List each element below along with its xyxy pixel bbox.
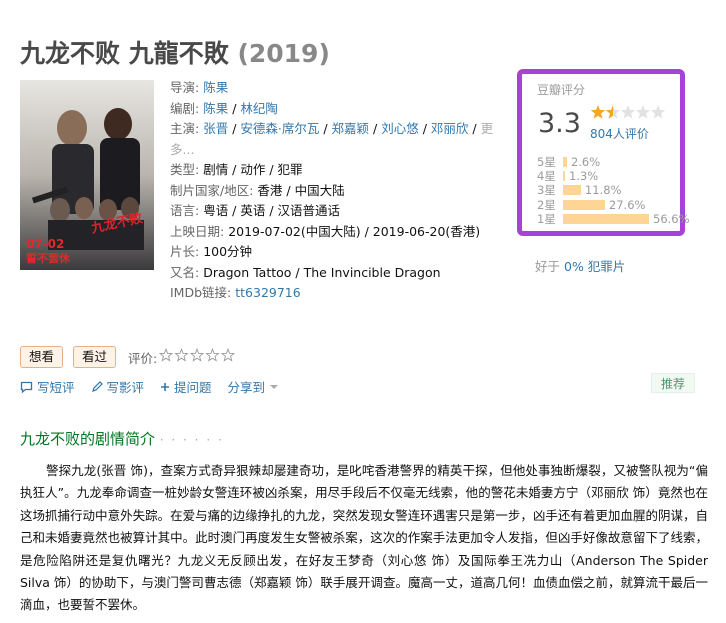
write-review-link[interactable]: 写影评 — [91, 377, 144, 396]
rate-star-empty — [221, 347, 236, 362]
movie-poster[interactable]: 九龙不败 07-02 誓不罢休 — [20, 80, 154, 270]
imdb-link[interactable]: tt6329716 — [235, 285, 300, 300]
poster-slogan: 誓不罢休 — [26, 251, 71, 265]
rating-bar-row: 3星 11.8% — [537, 183, 690, 197]
rating-bar-label: 3星 — [537, 183, 556, 198]
rating-bar-percent: 2.6% — [570, 155, 601, 169]
rating-bar-row: 4星 1.3% — [537, 169, 690, 183]
rate-star-empty — [159, 347, 174, 362]
rating-bar-percent: 56.6% — [653, 211, 690, 226]
recommend-button[interactable]: 推荐 — [651, 373, 695, 393]
rating-bar-row: 5星 2.6% — [537, 155, 690, 169]
watched-button[interactable]: 看过 — [73, 346, 117, 368]
synopsis-text: 警探九龙(张晋 饰)，查案方式奇异狠辣却屡建奇功，是叱咤香港警界的精英干探，但他… — [20, 463, 708, 613]
action-bar: 想看 看过 评价: — [20, 346, 239, 368]
empty-stars-icon[interactable] — [159, 347, 239, 362]
director-link[interactable]: 陈果 — [203, 80, 228, 95]
share-to-link[interactable]: 分享到 — [228, 377, 284, 396]
info-director: 导演: 陈果 — [170, 80, 229, 95]
info-runtime: 片长: 100分钟 — [170, 244, 253, 259]
cast-link[interactable]: 郑嘉颖 — [332, 121, 370, 136]
rating-bar-label: 1星 — [537, 211, 556, 226]
rating-count-link[interactable]: 804人评价 — [590, 125, 649, 142]
better-than: 好于 0% 犯罪片 — [535, 259, 626, 274]
rating-bar-percent: 27.6% — [608, 197, 646, 212]
writer-link[interactable]: 陈果 — [203, 101, 228, 116]
want-to-watch-button[interactable]: 想看 — [20, 346, 64, 368]
rating-bar-fill — [563, 157, 567, 168]
review-links: 写短评 写影评 提问题 分享到 — [20, 377, 299, 396]
rating-star-empty — [635, 105, 651, 119]
writer-link[interactable]: 林纪陶 — [240, 101, 278, 116]
better-than-link[interactable]: 0% 犯罪片 — [564, 259, 625, 274]
rating-breakdown: 5星 2.6% 4星 1.3% 3星 11.8% 2星 27.6% 1星 56.6% — [537, 155, 690, 226]
info-language: 语言: 粤语 / 英语 / 汉语普通话 — [170, 203, 341, 218]
rating-bar-row: 2星 27.6% — [537, 198, 690, 212]
rate-star-empty — [174, 347, 189, 362]
rating-stars — [590, 104, 666, 124]
cast-link[interactable]: 邓丽欣 — [431, 121, 469, 136]
rating-panel: 豆瓣评分 3.3 804人评价 5星 2.6% 4星 1.3% 3星 11.8% 2星 27.… — [517, 69, 690, 236]
rating-star-empty — [650, 105, 666, 119]
ask-question-link[interactable]: 提问题 — [160, 377, 212, 396]
rating-bar-percent: 1.3% — [569, 169, 599, 184]
rate-stars-input[interactable] — [159, 347, 239, 366]
rating-bar-fill — [563, 185, 581, 196]
movie-year: (2019) — [237, 39, 330, 68]
movie-info: 导演: 陈果 编剧: 陈果 / 林纪陶 主演: 张晋 / 安德森·席尔瓦 / 郑… — [170, 78, 504, 304]
cast-link[interactable]: 刘心悠 — [381, 121, 419, 136]
rating-bar-fill — [563, 171, 565, 182]
synopsis-heading: 九龙不败的剧情简介 · · · · · · — [20, 430, 224, 448]
rating-star-filled — [590, 105, 606, 119]
rating-bar-row: 1星 56.6% — [537, 212, 690, 226]
rate-label: 评价: — [128, 350, 158, 366]
rating-bar-fill — [563, 199, 605, 210]
rating-bar-percent: 11.8% — [584, 183, 622, 198]
rating-stars-icon — [590, 105, 666, 119]
info-release: 上映日期: 2019-07-02(中国大陆) / 2019-06-20(香港) — [170, 223, 481, 239]
rating-score: 3.3 — [538, 108, 581, 139]
info-writer: 编剧: 陈果 / 林纪陶 — [170, 100, 278, 116]
poster-image: 九龙不败 07-02 誓不罢休 — [20, 80, 154, 270]
rating-bar-label: 2星 — [537, 197, 556, 212]
info-cast: 主演: 张晋 / 安德森·席尔瓦 / 郑嘉颖 / 刘心悠 / 邓丽欣 / 更多.… — [170, 121, 494, 157]
cast-link[interactable]: 张晋 — [203, 121, 228, 136]
movie-title: 九龙不败 九龍不敗 — [20, 39, 229, 68]
info-genre: 类型: 剧情 / 动作 / 犯罪 — [170, 162, 303, 177]
plus-icon — [161, 382, 170, 391]
page-title: 九龙不败 九龍不敗 (2019) — [20, 34, 330, 70]
comment-icon — [20, 381, 33, 393]
chevron-down-icon — [270, 384, 279, 389]
rating-bar-fill — [563, 213, 649, 224]
write-short-review-link[interactable]: 写短评 — [20, 377, 75, 396]
rate-star-empty — [205, 347, 220, 362]
rating-bar-label: 5星 — [537, 155, 556, 169]
info-imdb: IMDb链接: tt6329716 — [170, 285, 301, 300]
poster-date: 07-02 — [26, 237, 64, 251]
rating-title: 豆瓣评分 — [537, 83, 586, 97]
rate-star-empty — [190, 347, 205, 362]
rating-star-empty — [620, 105, 636, 119]
pencil-icon — [91, 380, 103, 392]
info-aka: 又名: Dragon Tattoo / The Invincible Drago… — [170, 264, 441, 280]
rating-bar-label: 4星 — [537, 169, 556, 184]
info-country: 制片国家/地区: 香港 / 中国大陆 — [170, 182, 345, 198]
heading-dots: · · · · · · — [159, 433, 224, 447]
cast-link[interactable]: 安德森·席尔瓦 — [240, 121, 319, 136]
